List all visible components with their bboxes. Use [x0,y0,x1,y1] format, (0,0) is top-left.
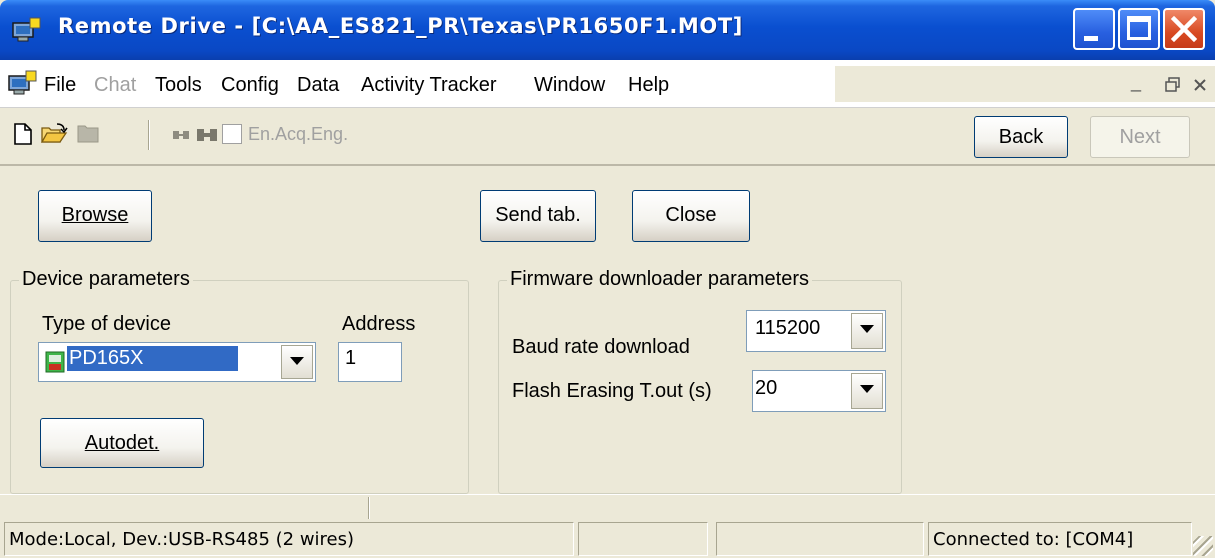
title-bar[interactable]: Remote Drive - [C:\AA_ES821_PR\Texas\PR1… [0,0,1215,60]
send-tab-button[interactable]: Send tab. [480,190,596,242]
next-button: Next [1090,116,1190,158]
menu-help[interactable]: Help [628,74,669,97]
status-mode: Mode:Local, Dev.:USB-RS485 (2 wires) [4,522,574,556]
menu-data[interactable]: Data [297,74,339,97]
new-document-icon[interactable] [12,122,34,146]
device-parameters-title: Device parameters [19,268,193,291]
type-of-device-label: Type of device [42,313,171,335]
chevron-down-icon [860,385,874,393]
flash-erasing-value: 20 [755,377,778,399]
menu-window[interactable]: Window [534,74,605,97]
close-window-button[interactable] [1163,8,1205,50]
device-type-value: PD165X [67,346,238,371]
flash-erasing-dropdown-button[interactable] [851,373,883,409]
close-button[interactable]: Close [632,190,750,242]
menu-activity-tracker[interactable]: Activity Tracker [361,74,497,97]
menu-bar: File Chat Tools Config Data Activity Tra… [0,60,1215,108]
address-label: Address [342,313,416,335]
window-title: Remote Drive - [C:\AA_ES821_PR\Texas\PR1… [58,14,743,38]
status-bar: Mode:Local, Dev.:USB-RS485 (2 wires) Con… [0,520,1215,558]
toolbar-separator [148,120,150,150]
menu-config[interactable]: Config [221,74,279,97]
device-type-dropdown-button[interactable] [281,345,313,379]
flash-erasing-label: Flash Erasing T.out (s) [512,380,712,402]
status-panel-2 [578,522,708,556]
status-connected: Connected to: [COM4] [928,522,1192,556]
mdi-controls: _ [835,66,1215,102]
upper-status-strip [0,494,1215,520]
menu-tools[interactable]: Tools [155,74,202,97]
status-panel-3 [716,522,924,556]
computer-icon [12,17,41,42]
baud-rate-dropdown-button[interactable] [851,313,883,349]
baud-rate-value: 115200 [755,317,821,339]
browse-button[interactable]: Browse [38,190,152,242]
back-button[interactable]: Back [974,116,1068,158]
pd-device-icon [45,351,65,373]
chevron-down-icon [290,357,304,365]
en-acq-eng-label: En.Acq.Eng. [248,124,349,144]
open-folder-icon[interactable] [40,122,68,146]
close-icon [1170,15,1198,43]
toolbar: En.Acq.Eng. Back Next [0,108,1215,166]
disconnect-icon [173,131,189,139]
baud-rate-select[interactable]: 115200 [746,310,886,352]
minimize-icon [1084,36,1098,41]
mdi-close-icon[interactable] [1193,78,1207,92]
chevron-down-icon [860,325,874,333]
en-acq-eng-checkbox [222,124,242,144]
plug-icon [197,129,217,141]
computer-icon[interactable] [8,70,38,96]
autodet-button[interactable]: Autodet. [40,418,204,468]
address-input[interactable]: 1 [338,342,402,382]
baud-rate-label: Baud rate download [512,336,690,358]
mdi-restore-icon[interactable] [1165,77,1181,93]
address-value: 1 [345,347,357,369]
folder-icon [77,125,99,143]
menu-file[interactable]: File [44,74,76,97]
flash-erasing-select[interactable]: 20 [752,370,886,412]
device-type-select[interactable]: PD165X [38,342,316,382]
maximize-button[interactable] [1118,8,1160,50]
menu-chat: Chat [94,74,137,96]
resize-grip[interactable] [1193,536,1213,556]
mdi-minimize-icon[interactable]: _ [1131,72,1141,93]
maximize-icon [1127,16,1151,40]
minimize-button[interactable] [1073,8,1115,50]
firmware-parameters-title: Firmware downloader parameters [507,268,813,291]
status-divider [368,497,370,519]
